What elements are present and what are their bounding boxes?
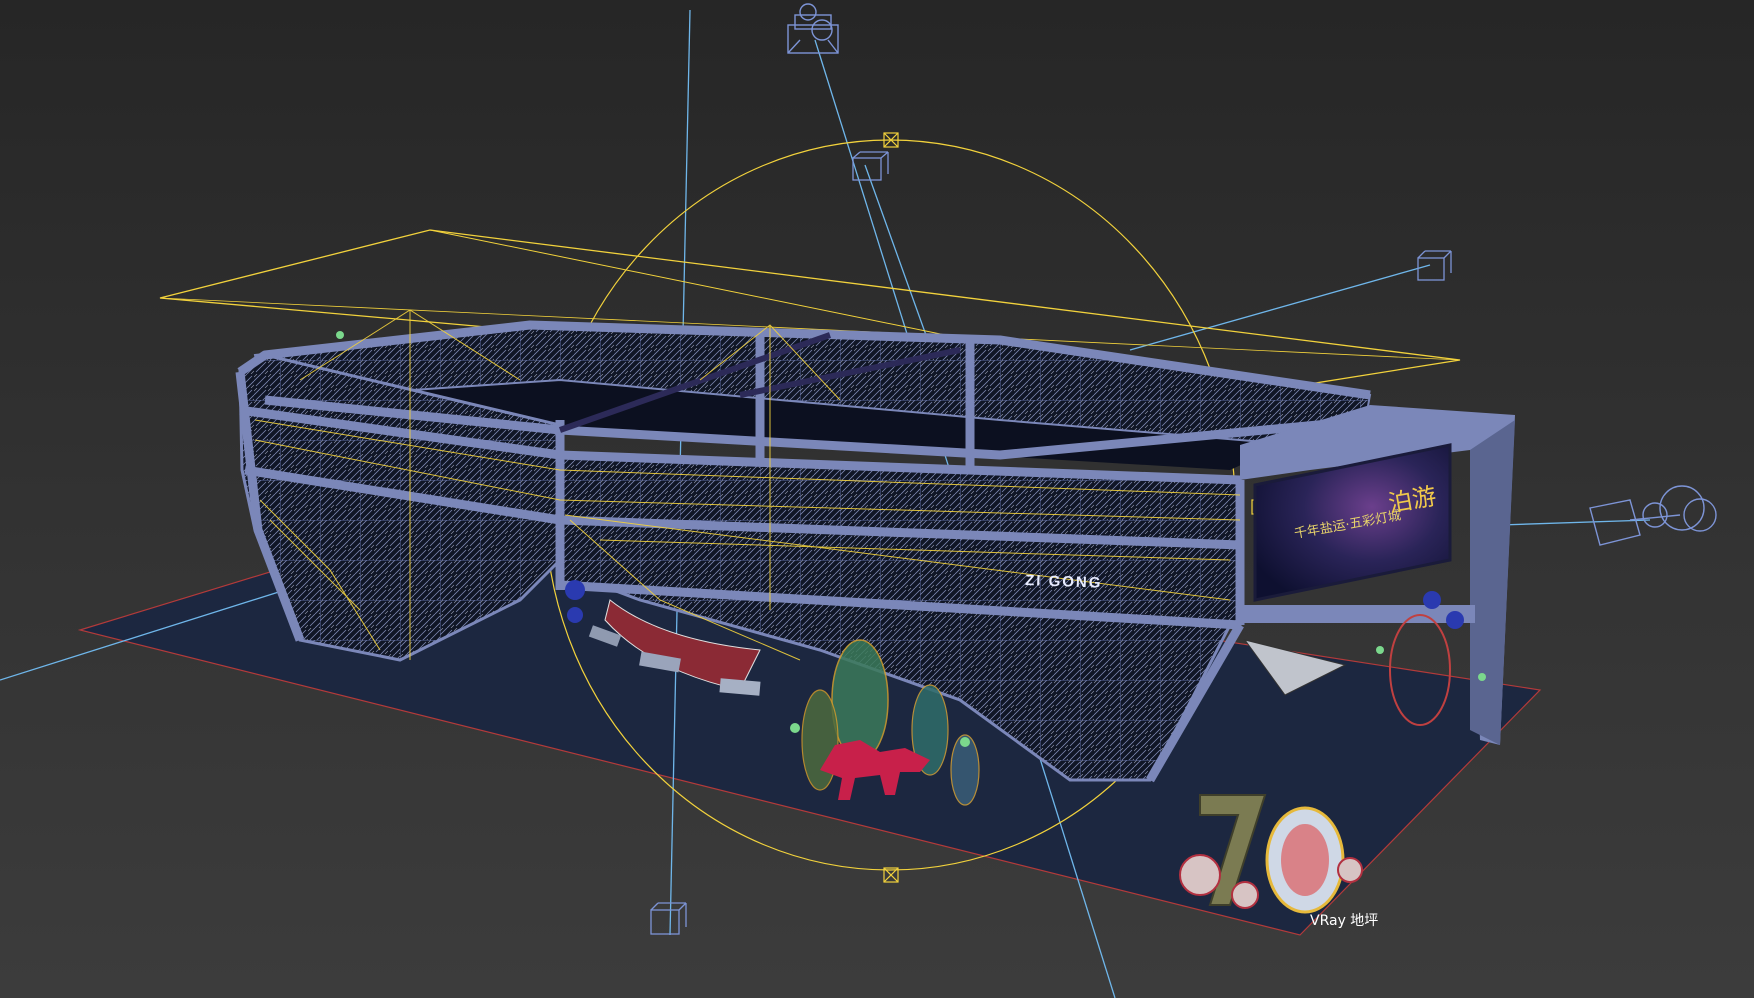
viewport-3d[interactable]: 千年盐运·五彩灯城 泊游 ZI GONG VRay 地坪 bbox=[0, 0, 1754, 998]
camera-icon[interactable] bbox=[787, 3, 839, 54]
light-target-icon-right[interactable] bbox=[1417, 250, 1452, 281]
vray-floor-label: VRay 地坪 bbox=[1310, 913, 1378, 929]
spotlight-icon[interactable] bbox=[1589, 485, 1717, 546]
scene-canvas[interactable]: 千年盐运·五彩灯城 泊游 ZI GONG VRay 地坪 bbox=[0, 0, 1754, 998]
light-target-icon[interactable] bbox=[852, 151, 889, 181]
light-target-icon-bottom[interactable] bbox=[650, 902, 687, 935]
front-banner-text: ZI GONG bbox=[1025, 572, 1103, 592]
